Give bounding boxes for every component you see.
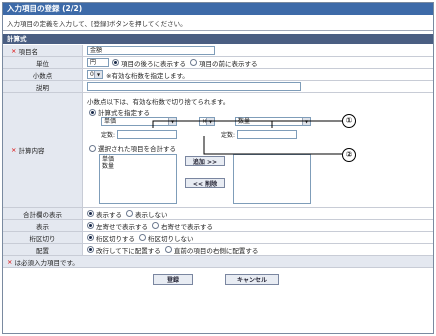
callout-two: ② bbox=[342, 148, 356, 162]
callout-one: ① bbox=[342, 114, 356, 128]
callout-lines bbox=[152, 120, 342, 155]
